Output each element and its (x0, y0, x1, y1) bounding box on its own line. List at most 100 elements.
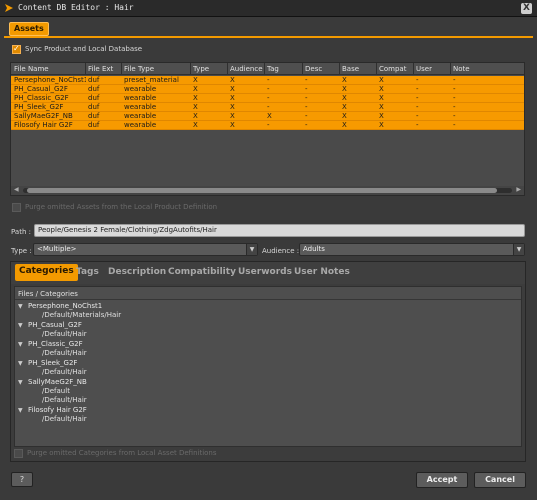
column-divider[interactable] (85, 63, 86, 75)
assets-tab[interactable]: Assets (9, 22, 49, 36)
column-header[interactable]: Note (453, 65, 493, 73)
tree-file-item[interactable]: ▼ PH_Sleek_G2F (18, 359, 77, 367)
tree-file-item[interactable]: ▼ PH_Classic_G2F (18, 340, 83, 348)
table-cell: - (453, 76, 456, 84)
scroll-thumb[interactable] (27, 188, 497, 193)
close-window-button[interactable]: X (521, 3, 532, 14)
tab-user-notes[interactable]: User Notes (294, 267, 350, 277)
table-cell: X (230, 94, 235, 102)
table-cell: X (342, 112, 347, 120)
table-cell: X (193, 112, 198, 120)
table-row[interactable]: PH_Sleek_G2F duf wearable X X - - X X - - (11, 103, 524, 112)
column-header[interactable]: User (416, 65, 451, 73)
column-header[interactable]: File Name (14, 65, 86, 73)
purge-assets-checkbox[interactable] (12, 203, 21, 212)
column-divider[interactable] (190, 63, 191, 75)
table-cell: - (267, 121, 270, 129)
column-header[interactable]: Tag (267, 65, 303, 73)
chevron-down-icon[interactable]: ▼ (246, 244, 257, 255)
column-divider[interactable] (121, 63, 122, 75)
assets-divider (4, 36, 533, 38)
scroll-right-icon[interactable]: ▶ (516, 186, 521, 193)
scroll-left-icon[interactable]: ◀ (14, 186, 19, 193)
horizontal-scrollbar[interactable]: ◀ ▶ (11, 186, 524, 195)
table-cell: duf (88, 103, 100, 111)
audience-value: Adults (303, 245, 325, 253)
tree-file-name: PH_Casual_G2F (28, 321, 82, 329)
column-divider[interactable] (413, 63, 414, 75)
table-cell: X (342, 76, 347, 84)
tree-category-item[interactable]: /Default/Hair (42, 349, 87, 357)
tree-category-item[interactable]: /Default/Materials/Hair (42, 311, 121, 319)
table-header: File Name File Ext File Type Type Audience Ta… (11, 63, 524, 75)
purge-assets-label: Purge omitted Assets from the Local Prod… (25, 203, 218, 211)
column-divider[interactable] (264, 63, 265, 75)
table-cell: - (453, 94, 456, 102)
column-header[interactable]: File Ext (88, 65, 122, 73)
table-cell: duf (88, 85, 100, 93)
table-row[interactable]: PH_Classic_G2F duf wearable X X - - X X - - (11, 94, 524, 103)
table-row[interactable]: Filosofy Hair G2F duf wearable X X - - X X - - (11, 121, 524, 130)
table-cell: - (416, 103, 419, 111)
table-cell: - (267, 85, 270, 93)
table-row[interactable]: Persephone_NoChst1 duf preset_material X X - -… (11, 76, 524, 85)
tree-file-name: PH_Classic_G2F (28, 340, 83, 348)
expand-triangle-icon[interactable]: ▼ (18, 379, 28, 386)
column-divider[interactable] (450, 63, 451, 75)
table-cell: X (230, 103, 235, 111)
column-divider[interactable] (302, 63, 303, 75)
tree-category-item[interactable]: /Default/Hair (42, 396, 87, 404)
column-divider[interactable] (376, 63, 377, 75)
column-header[interactable]: Base (342, 65, 377, 73)
table-cell: X (379, 76, 384, 84)
tab-compatibility[interactable]: Compatibility (168, 267, 236, 277)
tab-categories[interactable]: Categories (15, 264, 78, 281)
table-cell: - (267, 76, 270, 84)
table-row[interactable]: SallyMaeG2F_NB duf wearable X X X - X X - - (11, 112, 524, 121)
sync-product-checkbox[interactable] (12, 44, 21, 54)
cancel-button[interactable]: Cancel (474, 472, 526, 488)
table-cell: X (342, 121, 347, 129)
tree-file-item[interactable]: ▼ Persephone_NoChst1 (18, 302, 102, 310)
column-header[interactable]: Audience (230, 65, 265, 73)
tree-file-item[interactable]: ▼ PH_Casual_G2F (18, 321, 82, 329)
table-cell: SallyMaeG2F_NB (14, 112, 73, 120)
tab-description[interactable]: Description (108, 267, 166, 277)
chevron-down-icon[interactable]: ▼ (513, 244, 524, 255)
tree-category-item[interactable]: /Default/Hair (42, 368, 87, 376)
help-button[interactable]: ? (11, 472, 33, 487)
table-row[interactable]: PH_Casual_G2F duf wearable X X - - X X - - (11, 85, 524, 94)
type-select[interactable]: <Multiple> ▼ (33, 243, 258, 256)
tree-category-item[interactable]: /Default/Hair (42, 415, 87, 423)
table-cell: - (305, 112, 308, 120)
table-cell: X (193, 76, 198, 84)
column-divider[interactable] (339, 63, 340, 75)
table-cell: X (267, 112, 272, 120)
help-icon: ? (19, 475, 25, 484)
accept-button[interactable]: Accept (416, 472, 468, 488)
column-header[interactable]: File Type (124, 65, 191, 73)
expand-triangle-icon[interactable]: ▼ (18, 322, 28, 329)
expand-triangle-icon[interactable]: ▼ (18, 407, 28, 414)
tree-file-item[interactable]: ▼ Filosofy Hair G2F (18, 406, 87, 414)
audience-select[interactable]: Adults ▼ (299, 243, 525, 256)
expand-triangle-icon[interactable]: ▼ (18, 303, 28, 310)
table-cell: Filosofy Hair G2F (14, 121, 73, 129)
column-header[interactable]: Desc (305, 65, 340, 73)
table-cell: wearable (124, 85, 157, 93)
tab-userwords[interactable]: Userwords (238, 267, 292, 277)
column-header[interactable]: Compat (379, 65, 414, 73)
table-cell: wearable (124, 112, 157, 120)
tree-category-item[interactable]: /Default/Hair (42, 330, 87, 338)
column-divider[interactable] (227, 63, 228, 75)
expand-triangle-icon[interactable]: ▼ (18, 341, 28, 348)
purge-categories-checkbox[interactable] (14, 449, 23, 458)
column-header[interactable]: Type (193, 65, 228, 73)
tree-file-item[interactable]: ▼ SallyMaeG2F_NB (18, 378, 87, 386)
tree-category-item[interactable]: /Default (42, 387, 70, 395)
tab-tags[interactable]: Tags (76, 267, 99, 277)
path-field[interactable]: People/Genesis 2 Female/Clothing/ZdgAuto… (34, 224, 525, 237)
expand-triangle-icon[interactable]: ▼ (18, 360, 28, 367)
type-value: <Multiple> (37, 245, 77, 253)
table-cell: - (305, 85, 308, 93)
